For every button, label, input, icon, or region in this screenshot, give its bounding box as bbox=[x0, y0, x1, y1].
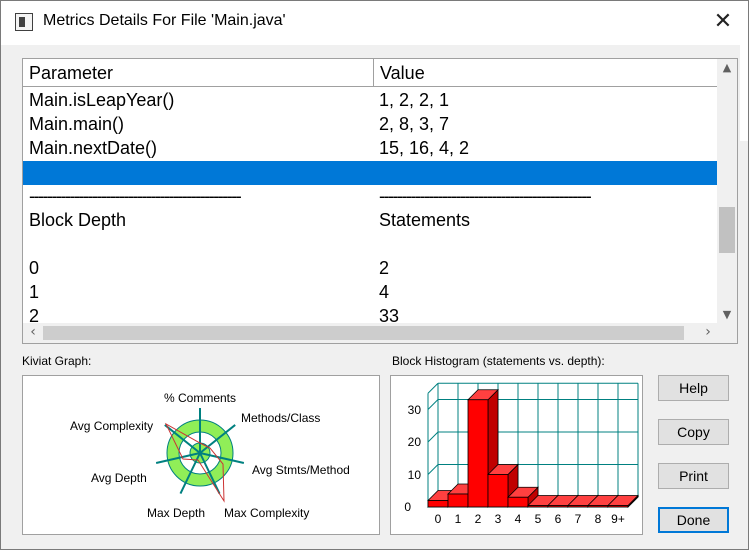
y-tick-label: 30 bbox=[408, 403, 422, 417]
table-row[interactable]: Main.main() 2, 8, 3, 7 bbox=[23, 113, 718, 137]
title-bar: Metrics Details For File 'Main.java' ✕ bbox=[1, 1, 748, 45]
table-row-separator[interactable]: ----------------------------------------… bbox=[23, 185, 718, 209]
column-header-value[interactable]: Value bbox=[374, 59, 718, 86]
x-tick-labels: 0 1 2 3 4 5 6 7 8 9+ bbox=[435, 512, 625, 526]
kiviat-graph: % Comments Methods/Class Avg Stmts/Metho… bbox=[70, 391, 350, 520]
horizontal-scroll-thumb[interactable] bbox=[43, 326, 684, 340]
x-tick-label: 7 bbox=[575, 512, 582, 526]
kiviat-graph-label: Kiviat Graph: bbox=[22, 354, 92, 368]
kiviat-axis-label: Methods/Class bbox=[241, 411, 320, 425]
parameter-cell: Block Depth bbox=[29, 210, 127, 230]
x-tick-label: 6 bbox=[555, 512, 562, 526]
help-button[interactable]: Help bbox=[658, 375, 729, 401]
block-histogram-panel: 0 10 20 30 0 1 2 3 4 5 6 7 8 9+ bbox=[390, 375, 643, 535]
x-tick-label: 4 bbox=[515, 512, 522, 526]
window-title: Metrics Details For File 'Main.java' bbox=[43, 12, 286, 29]
done-button[interactable]: Done bbox=[658, 507, 729, 533]
vertical-scrollbar[interactable]: ▲ ▼ bbox=[717, 59, 737, 324]
table-row[interactable] bbox=[23, 233, 718, 257]
close-icon[interactable]: ✕ bbox=[710, 9, 736, 35]
y-tick-label: 10 bbox=[408, 468, 422, 482]
table-row[interactable]: 1 4 bbox=[23, 281, 718, 305]
table-row[interactable]: 0 2 bbox=[23, 257, 718, 281]
parameter-cell: Main.nextDate() bbox=[29, 138, 158, 158]
parameter-cell: Main.main() bbox=[29, 114, 125, 134]
scroll-up-icon[interactable]: ▲ bbox=[717, 59, 737, 77]
print-button[interactable]: Print bbox=[658, 463, 729, 489]
value-cell: 15, 16, 4, 2 bbox=[379, 138, 470, 158]
kiviat-axis-label: Avg Depth bbox=[91, 471, 147, 485]
scroll-down-icon[interactable]: ▼ bbox=[717, 306, 737, 324]
column-header-parameter[interactable]: Parameter bbox=[23, 59, 373, 86]
grid-line bbox=[427, 382, 439, 394]
value-cell: 2 bbox=[379, 258, 390, 278]
parameter-cell: Main.isLeapYear() bbox=[29, 90, 175, 110]
parameter-cell: ----------------------------------------… bbox=[29, 186, 242, 206]
x-tick-label: 8 bbox=[595, 512, 602, 526]
x-tick-label: 0 bbox=[435, 512, 442, 526]
x-tick-label: 2 bbox=[475, 512, 482, 526]
scroll-left-icon[interactable]: ‹ bbox=[23, 323, 43, 343]
table-row[interactable]: Main.isLeapYear() 1, 2, 2, 1 bbox=[23, 89, 718, 113]
kiviat-axis-label: Avg Stmts/Method bbox=[252, 463, 350, 477]
histogram-bars bbox=[427, 388, 639, 508]
background-window-edge bbox=[740, 45, 748, 141]
metrics-details-window: Metrics Details For File 'Main.java' ✕ P… bbox=[0, 0, 749, 550]
grid-line bbox=[427, 431, 439, 443]
parameter-cell: 0 bbox=[29, 258, 40, 278]
value-cell: 1, 2, 2, 1 bbox=[379, 90, 450, 110]
kiviat-axis-label: Max Complexity bbox=[224, 506, 309, 520]
vertical-scroll-thumb[interactable] bbox=[719, 207, 735, 253]
x-tick-label: 5 bbox=[535, 512, 542, 526]
table-row-selected[interactable] bbox=[23, 161, 718, 185]
scrollbar-corner bbox=[717, 323, 737, 343]
scroll-right-icon[interactable]: › bbox=[698, 323, 718, 343]
value-cell: 2, 8, 3, 7 bbox=[379, 114, 450, 134]
parameter-cell: 1 bbox=[29, 282, 40, 302]
app-window-icon bbox=[15, 13, 33, 31]
table-header: Parameter Value bbox=[23, 59, 718, 87]
y-tick-label: 0 bbox=[404, 500, 411, 514]
x-tick-label: 3 bbox=[495, 512, 502, 526]
table-row[interactable]: Main.nextDate() 15, 16, 4, 2 bbox=[23, 137, 718, 161]
kiviat-axis-label: Avg Complexity bbox=[70, 419, 153, 433]
kiviat-graph-panel: % Comments Methods/Class Avg Stmts/Metho… bbox=[22, 375, 380, 535]
copy-button[interactable]: Copy bbox=[658, 419, 729, 445]
value-cell: 4 bbox=[379, 282, 390, 302]
block-histogram-chart: 0 10 20 30 0 1 2 3 4 5 6 7 8 9+ bbox=[404, 382, 640, 526]
x-tick-label: 1 bbox=[455, 512, 462, 526]
block-histogram-label: Block Histogram (statements vs. depth): bbox=[392, 354, 605, 368]
kiviat-axis-label: Max Depth bbox=[147, 506, 205, 520]
metrics-table[interactable]: Parameter Value Main.isLeapYear() 1, 2, … bbox=[22, 58, 738, 344]
horizontal-scrollbar[interactable]: ‹ › bbox=[23, 323, 718, 343]
grid-line bbox=[427, 399, 439, 410]
value-cell: ----------------------------------------… bbox=[379, 186, 592, 206]
x-tick-label: 9+ bbox=[611, 512, 625, 526]
value-cell: Statements bbox=[379, 210, 471, 230]
kiviat-axis-label: % Comments bbox=[164, 391, 236, 405]
y-tick-label: 20 bbox=[408, 435, 422, 449]
grid-line bbox=[427, 464, 439, 475]
table-row[interactable]: Block Depth Statements bbox=[23, 209, 718, 233]
